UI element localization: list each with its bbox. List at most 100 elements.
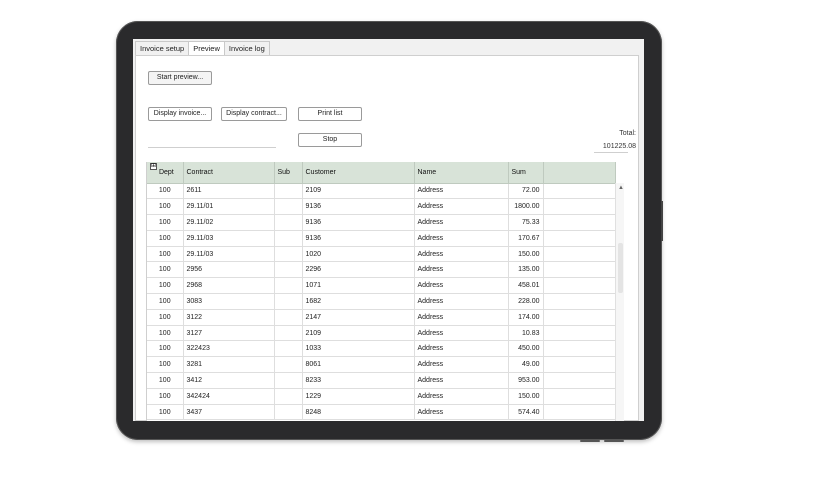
- column-header-customer[interactable]: Customer: [302, 162, 415, 184]
- cell-dept: 100: [147, 246, 184, 263]
- table-row[interactable]: 100 29.11/03 9136 Address 170.67: [147, 230, 616, 247]
- tab-bar: Invoice setup Preview Invoice log: [135, 41, 270, 56]
- cell-customer: 8233: [302, 372, 415, 389]
- cell-sum: 574.40: [508, 404, 544, 421]
- cell-dept: 100: [147, 372, 184, 389]
- table-row[interactable]: 100 3122 2147 Address 174.00: [147, 309, 616, 326]
- column-header-dept[interactable]: ⊞ Dept: [147, 162, 184, 184]
- cell-name: Address: [414, 261, 509, 279]
- cell-filler: [543, 340, 616, 358]
- cell-name: Address: [414, 325, 509, 342]
- cell-dept: 100: [147, 309, 184, 326]
- cell-sum: 72.00: [508, 183, 544, 200]
- tab-invoice-setup[interactable]: Invoice setup: [135, 41, 190, 56]
- cell-sub: [274, 372, 303, 389]
- column-header-contract[interactable]: Contract: [183, 162, 275, 184]
- start-preview-button[interactable]: Start preview...: [148, 71, 212, 85]
- preview-panel: Start preview... Display invoice... Disp…: [135, 55, 639, 421]
- column-header-name[interactable]: Name: [414, 162, 509, 184]
- tab-invoice-log[interactable]: Invoice log: [223, 41, 270, 56]
- total-underline: [594, 152, 628, 153]
- table-row[interactable]: 100 3281 8061 Address 49.00: [147, 356, 616, 374]
- cell-filler: [543, 261, 616, 279]
- cell-dept: 100: [147, 404, 184, 421]
- cell-contract: 3437: [183, 404, 275, 421]
- table-row[interactable]: 100 2968 1071 Address 458.01: [147, 277, 616, 295]
- cell-sum: 75.33: [508, 214, 544, 231]
- total-label: Total:: [619, 130, 636, 137]
- cell-filler: [543, 309, 616, 326]
- table-row[interactable]: 100 2611 2109 Address 72.00: [147, 183, 616, 200]
- cell-filler: [543, 404, 616, 421]
- cell-sub: [274, 325, 303, 342]
- cell-filler: [543, 198, 616, 216]
- cell-sum: 49.00: [508, 356, 544, 374]
- column-header-sub[interactable]: Sub: [274, 162, 303, 184]
- table-row[interactable]: 100 29.11/02 9136 Address 75.33: [147, 214, 616, 231]
- scroll-up-arrow-icon[interactable]: ▲: [618, 185, 624, 191]
- cell-contract: 2611: [183, 183, 275, 200]
- table-row[interactable]: 100 322423 1033 Address 450.00: [147, 340, 616, 358]
- print-list-button[interactable]: Print list: [298, 107, 362, 121]
- cell-sub: [274, 198, 303, 216]
- cell-sub: [274, 214, 303, 231]
- display-invoice-button[interactable]: Display invoice...: [148, 107, 212, 121]
- table-row[interactable]: 100 29.11/03 1020 Address 150.00: [147, 246, 616, 263]
- cell-sum: 10.83: [508, 325, 544, 342]
- cell-filler: [543, 325, 616, 342]
- cell-sum: 953.00: [508, 372, 544, 389]
- separator: [148, 147, 276, 148]
- cell-contract: 29.11/02: [183, 214, 275, 231]
- cell-sum: 458.01: [508, 277, 544, 295]
- vertical-scrollbar[interactable]: ▲: [615, 183, 624, 421]
- cell-filler: [543, 372, 616, 389]
- cell-contract: 29.11/03: [183, 246, 275, 263]
- cell-customer: 8061: [302, 356, 415, 374]
- cell-customer: 9136: [302, 198, 415, 216]
- cell-sub: [274, 404, 303, 421]
- cell-customer: 9136: [302, 230, 415, 247]
- table-header-row: ⊞ Dept Contract Sub Customer Name Sum: [147, 162, 616, 184]
- cell-filler: [543, 388, 616, 405]
- table-row[interactable]: 100 342424 1229 Address 150.00: [147, 388, 616, 405]
- stop-button[interactable]: Stop: [298, 133, 362, 147]
- cell-contract: 2956: [183, 261, 275, 279]
- cell-sum: 174.00: [508, 309, 544, 326]
- cell-sum: 170.67: [508, 230, 544, 247]
- grid-options-icon[interactable]: ⊞: [150, 162, 157, 170]
- display-contract-button[interactable]: Display contract...: [221, 107, 287, 121]
- column-header-sum[interactable]: Sum: [508, 162, 544, 184]
- cell-contract: 29.11/01: [183, 198, 275, 216]
- table-row[interactable]: 100 3083 1682 Address 228.00: [147, 293, 616, 310]
- cell-name: Address: [414, 214, 509, 231]
- table-row[interactable]: 100 2956 2296 Address 135.00: [147, 261, 616, 279]
- cell-name: Address: [414, 277, 509, 295]
- cell-filler: [543, 230, 616, 247]
- cell-customer: 1020: [302, 246, 415, 263]
- cell-customer: 9136: [302, 214, 415, 231]
- cell-dept: 100: [147, 325, 184, 342]
- cell-sum: 228.00: [508, 293, 544, 310]
- cell-customer: 1033: [302, 340, 415, 358]
- cell-contract: 322423: [183, 340, 275, 358]
- cell-sum: 150.00: [508, 246, 544, 263]
- cell-customer: 2296: [302, 261, 415, 279]
- cell-sum: 135.00: [508, 261, 544, 279]
- cell-contract: 3083: [183, 293, 275, 310]
- table-row[interactable]: 100 29.11/01 9136 Address 1800.00: [147, 198, 616, 216]
- cell-customer: 1229: [302, 388, 415, 405]
- cell-sub: [274, 356, 303, 374]
- cell-sub: [274, 388, 303, 405]
- invoice-table: ⊞ Dept Contract Sub Customer Name Sum 10…: [147, 162, 616, 421]
- cell-customer: 8248: [302, 404, 415, 421]
- table-row[interactable]: 100 3437 8248 Address 574.40: [147, 404, 616, 421]
- cell-dept: 100: [147, 388, 184, 405]
- table-row[interactable]: 100 3412 8233 Address 953.00: [147, 372, 616, 389]
- cell-customer: 1071: [302, 277, 415, 295]
- cell-sub: [274, 340, 303, 358]
- cell-name: Address: [414, 404, 509, 421]
- table-row[interactable]: 100 3127 2109 Address 10.83: [147, 325, 616, 342]
- tab-preview[interactable]: Preview: [188, 41, 225, 56]
- cell-dept: 100: [147, 356, 184, 374]
- scroll-thumb[interactable]: [618, 243, 623, 293]
